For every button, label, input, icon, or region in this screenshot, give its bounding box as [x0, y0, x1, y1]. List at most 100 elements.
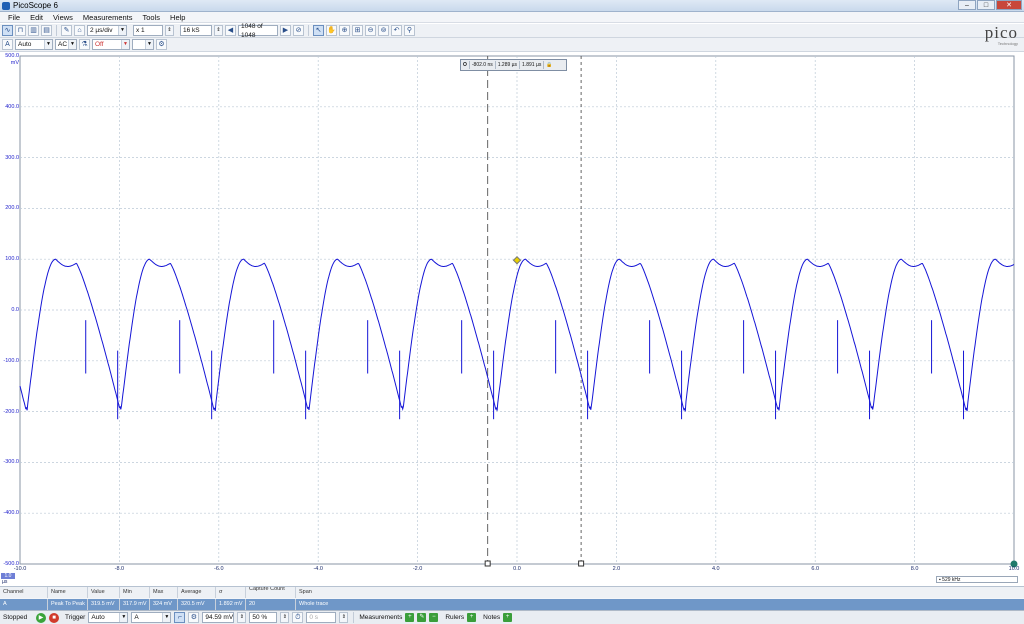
- rising-edge-icon[interactable]: ⌐: [174, 612, 186, 623]
- ruler-handle[interactable]: [578, 560, 585, 567]
- x-tick-label: -10.0: [13, 566, 27, 572]
- menu-help[interactable]: Help: [170, 12, 185, 22]
- grid: [19, 55, 1015, 565]
- coupling-select[interactable]: AC ▼: [55, 39, 77, 50]
- zoom-out-icon[interactable]: ⊖: [365, 25, 376, 36]
- delay-icon[interactable]: ⏱: [292, 612, 304, 623]
- frequency-readout: ▪ 529 kHz: [936, 576, 1018, 583]
- spectrum-mode-icon[interactable]: ▥: [28, 25, 39, 36]
- trigger-mode-value: Auto: [91, 614, 105, 621]
- minimize-button[interactable]: –: [958, 0, 976, 10]
- edit-measurement-icon[interactable]: ✎: [417, 613, 427, 622]
- buffer-first-icon[interactable]: ◀: [225, 25, 236, 36]
- x-tick-label: -6.0: [214, 566, 224, 572]
- trigger-marker[interactable]: [512, 255, 522, 265]
- stop-icon[interactable]: ■: [49, 612, 59, 623]
- blank-select[interactable]: ▼: [132, 39, 154, 50]
- pico-logo: pico Technology: [984, 23, 1018, 46]
- zoom-fit-icon[interactable]: ⊚: [378, 25, 389, 36]
- lock-icon[interactable]: 🔒: [544, 61, 554, 69]
- scope-graph[interactable]: [0, 52, 1024, 586]
- buffer-overview-icon[interactable]: ⊘: [293, 25, 304, 36]
- ruler-cursors[interactable]: [484, 56, 585, 567]
- y-axis-unit: mV: [10, 60, 19, 66]
- col-value[interactable]: Value: [88, 587, 120, 598]
- probe-settings-icon[interactable]: ⚗: [79, 39, 90, 50]
- menu-measurements[interactable]: Measurements: [83, 12, 133, 22]
- col-average[interactable]: Average: [178, 587, 216, 598]
- home-icon[interactable]: ⌂: [74, 25, 85, 36]
- col-max[interactable]: Max: [150, 587, 178, 598]
- channel-a-icon[interactable]: A: [2, 39, 13, 50]
- ruler-legend[interactable]: O -802.0 ns 1.289 µs 1.891 µs 🔒: [460, 59, 567, 71]
- scope-mode-icon[interactable]: ∿: [2, 25, 13, 36]
- persistence-mode-icon[interactable]: ⊓: [15, 25, 26, 36]
- x-tick-label: 10.0: [1008, 566, 1020, 572]
- pointer-tool-icon[interactable]: ↖: [313, 25, 324, 36]
- logo-text: pico: [984, 23, 1018, 42]
- delete-measurement-icon[interactable]: −: [429, 613, 439, 622]
- cell-max: 324 mV: [150, 599, 178, 610]
- menu-edit[interactable]: Edit: [30, 12, 43, 22]
- window-controls: – □ ✕: [958, 0, 1022, 10]
- channel-options-icon[interactable]: ⚙: [156, 39, 167, 50]
- col-sigma[interactable]: σ: [216, 587, 246, 598]
- filter-select[interactable]: Off ▼: [92, 39, 130, 50]
- x-tick-label: 8.0: [910, 566, 919, 572]
- pretrigger-spinner[interactable]: ⇕: [280, 612, 290, 623]
- math-channel-icon[interactable]: ▤: [41, 25, 52, 36]
- menu-tools[interactable]: Tools: [143, 12, 161, 22]
- timebase-select[interactable]: 2 µs/div ▼: [87, 25, 127, 36]
- zoom-area-icon[interactable]: ⊞: [352, 25, 363, 36]
- pretrigger-field[interactable]: 50 %: [249, 612, 278, 623]
- col-min[interactable]: Min: [120, 587, 150, 598]
- trigger-level-field[interactable]: 94.59 mV: [202, 612, 235, 623]
- timebase-value: 2 µs/div: [90, 27, 113, 34]
- freq-icon: ▪: [939, 577, 941, 583]
- table-row[interactable]: A Peak To Peak 319.5 mV 317.9 mV 324 mV …: [0, 599, 1024, 610]
- trigger-channel-select[interactable]: A ▼: [131, 612, 172, 623]
- samples-spinner[interactable]: ⇕: [214, 25, 223, 36]
- zoom-select[interactable]: x 1: [133, 25, 163, 36]
- title-bar: PicoScope 6 – □ ✕: [0, 0, 1024, 12]
- cell-name: Peak To Peak: [48, 599, 88, 610]
- ruler-t2: 1.891 µs: [520, 61, 545, 69]
- col-name[interactable]: Name: [48, 587, 88, 598]
- delay-field[interactable]: 0 s: [306, 612, 337, 623]
- notes-icon[interactable]: +: [503, 613, 513, 622]
- cell-capture-count: 20: [246, 599, 296, 610]
- rulers-label: Rulers: [445, 614, 465, 621]
- col-channel[interactable]: Channel: [0, 587, 48, 598]
- buffer-next-icon[interactable]: ▶: [280, 25, 291, 36]
- buffer-navigator[interactable]: 1048 of 1048: [238, 23, 278, 39]
- hand-tool-icon[interactable]: ✋: [326, 25, 337, 36]
- maximize-button[interactable]: □: [977, 0, 995, 10]
- start-icon[interactable]: ▶: [36, 612, 46, 623]
- menu-views[interactable]: Views: [53, 12, 73, 22]
- x-tick-label: -4.0: [313, 566, 323, 572]
- trigger-options-icon[interactable]: ⚙: [188, 612, 200, 623]
- level-spinner[interactable]: ⇕: [237, 612, 247, 623]
- zoom-in-icon[interactable]: ⊕: [339, 25, 350, 36]
- menu-file[interactable]: File: [8, 12, 20, 22]
- rulers-icon[interactable]: +: [467, 613, 477, 622]
- col-span[interactable]: Span: [296, 587, 1024, 598]
- magnifier-icon[interactable]: ⚲: [404, 25, 415, 36]
- samples-select[interactable]: 16 kS: [180, 25, 212, 36]
- zoom-spinner[interactable]: ⇕: [165, 25, 174, 36]
- y-tick-label: 200.0: [5, 205, 19, 212]
- measurements-table: Channel Name Value Min Max Average σ Cap…: [0, 586, 1024, 610]
- ruler-handle[interactable]: [484, 560, 491, 567]
- toolbar-divider: [308, 25, 309, 36]
- close-button[interactable]: ✕: [996, 0, 1022, 10]
- probe-icon[interactable]: ✎: [61, 25, 72, 36]
- y-tick-label: 400.0: [5, 103, 19, 110]
- add-measurement-icon[interactable]: +: [405, 613, 415, 622]
- range-select[interactable]: Auto ▼: [15, 39, 53, 50]
- scope-view[interactable]: [0, 52, 1024, 586]
- undo-zoom-icon[interactable]: ↶: [391, 25, 402, 36]
- col-capture-count[interactable]: Capture Count: [246, 587, 296, 598]
- trigger-mode-select[interactable]: Auto ▼: [88, 612, 129, 623]
- delay-spinner[interactable]: ⇕: [339, 612, 349, 623]
- chevron-down-icon: ▼: [44, 40, 52, 49]
